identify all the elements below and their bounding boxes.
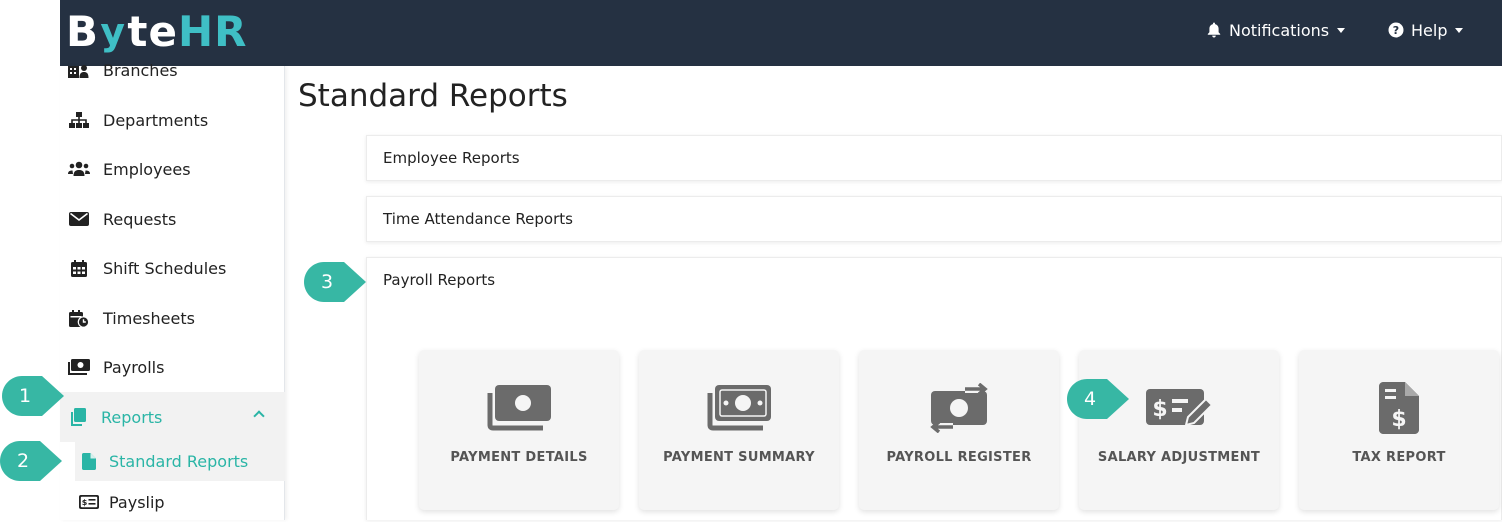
- calendar-icon: [68, 259, 90, 277]
- sidebar: Branches Departments Employees Requests …: [60, 61, 285, 522]
- sidebar-item-label: Branches: [103, 60, 178, 80]
- sidebar-item-timesheets[interactable]: Timesheets: [60, 293, 285, 343]
- sidebar-item-shift-schedules[interactable]: Shift Schedules: [60, 243, 285, 293]
- sidebar-item-requests[interactable]: Requests: [60, 194, 285, 244]
- sidebar-item-label: Employees: [103, 159, 191, 179]
- report-card-payroll-register[interactable]: PAYROLL REGISTER: [859, 350, 1059, 510]
- sidebar-item-label: Requests: [103, 209, 177, 229]
- svg-text:?: ?: [1393, 24, 1399, 37]
- report-card-salary-adjustment[interactable]: $ SALARY ADJUSTMENT: [1079, 350, 1279, 510]
- copy-icon: [67, 408, 89, 426]
- callout-marker-4: 4: [1067, 379, 1129, 419]
- users-icon: [68, 160, 90, 178]
- notifications-label: Notifications: [1229, 20, 1330, 40]
- money-bills-icon: [639, 378, 839, 438]
- accordion-title: Payroll Reports: [383, 271, 496, 289]
- callout-marker-2: 2: [0, 441, 62, 481]
- sidebar-item-payrolls[interactable]: Payrolls: [60, 342, 285, 392]
- sitemap-icon: [68, 111, 90, 129]
- callout-marker-1: 1: [2, 376, 64, 416]
- help-label: Help: [1411, 20, 1448, 40]
- sidebar-item-label: Departments: [103, 110, 209, 130]
- sidebar-item-label: Payrolls: [103, 357, 165, 377]
- sidebar-item-branches[interactable]: Branches: [60, 46, 285, 94]
- accordion-time-attendance-reports[interactable]: Time Attendance Reports: [366, 196, 1502, 242]
- report-card-label: TAX REPORT: [1352, 450, 1446, 465]
- accordion-title: Time Attendance Reports: [383, 210, 573, 228]
- envelope-icon: [68, 210, 90, 228]
- report-card-payment-details[interactable]: PAYMENT DETAILS: [419, 350, 619, 510]
- sidebar-item-label: Payslip: [109, 492, 165, 512]
- callout-number: 2: [16, 450, 30, 472]
- report-card-label: PAYMENT SUMMARY: [663, 450, 815, 465]
- page-title: Standard Reports: [298, 78, 568, 114]
- sidebar-item-reports[interactable]: Reports: [60, 392, 285, 442]
- money-check-icon: $: [78, 493, 100, 511]
- report-card-tax-report[interactable]: $ TAX REPORT: [1299, 350, 1499, 510]
- sidebar-item-departments[interactable]: Departments: [60, 95, 285, 145]
- callout-marker-3: 3: [304, 262, 366, 302]
- callout-number: 4: [1083, 388, 1097, 410]
- accordion-title: Employee Reports: [383, 149, 520, 167]
- callout-number: 1: [18, 385, 32, 407]
- sidebar-item-employees[interactable]: Employees: [60, 144, 285, 194]
- callout-number: 3: [320, 271, 334, 293]
- building-icon: [68, 61, 90, 79]
- report-card-label: PAYROLL REGISTER: [886, 450, 1032, 465]
- svg-text:$: $: [1391, 407, 1406, 432]
- accordion-employee-reports[interactable]: Employee Reports: [366, 135, 1502, 181]
- notifications-dropdown[interactable]: Notifications: [1206, 18, 1346, 42]
- svg-text:$: $: [1152, 397, 1167, 422]
- report-card-payment-summary[interactable]: PAYMENT SUMMARY: [639, 350, 839, 510]
- sidebar-item-payslip[interactable]: $ Payslip: [60, 482, 285, 522]
- sidebar-item-label: Standard Reports: [109, 451, 249, 471]
- svg-text:$: $: [82, 498, 88, 507]
- sidebar-item-standard-reports[interactable]: Standard Reports: [75, 441, 285, 481]
- help-dropdown[interactable]: ? Help: [1388, 18, 1464, 42]
- chevron-down-icon: [1455, 27, 1464, 33]
- chevron-up-icon: [253, 410, 265, 422]
- sidebar-item-label: Timesheets: [103, 308, 195, 328]
- sidebar-item-label: Shift Schedules: [103, 258, 227, 278]
- calendar-clock-icon: [68, 309, 90, 327]
- report-card-label: SALARY ADJUSTMENT: [1097, 450, 1261, 465]
- question-circle-icon: ?: [1388, 22, 1404, 38]
- file-icon: [78, 452, 100, 470]
- money-transfer-icon: [859, 378, 1059, 438]
- chevron-down-icon: [1337, 27, 1346, 33]
- report-card-label: PAYMENT DETAILS: [450, 450, 588, 465]
- money-bill-icon: [419, 378, 619, 438]
- file-invoice-dollar-icon: $: [1299, 378, 1499, 438]
- bell-icon: [1206, 22, 1222, 38]
- sidebar-item-label: Reports: [101, 407, 163, 427]
- money-icon: [68, 358, 90, 376]
